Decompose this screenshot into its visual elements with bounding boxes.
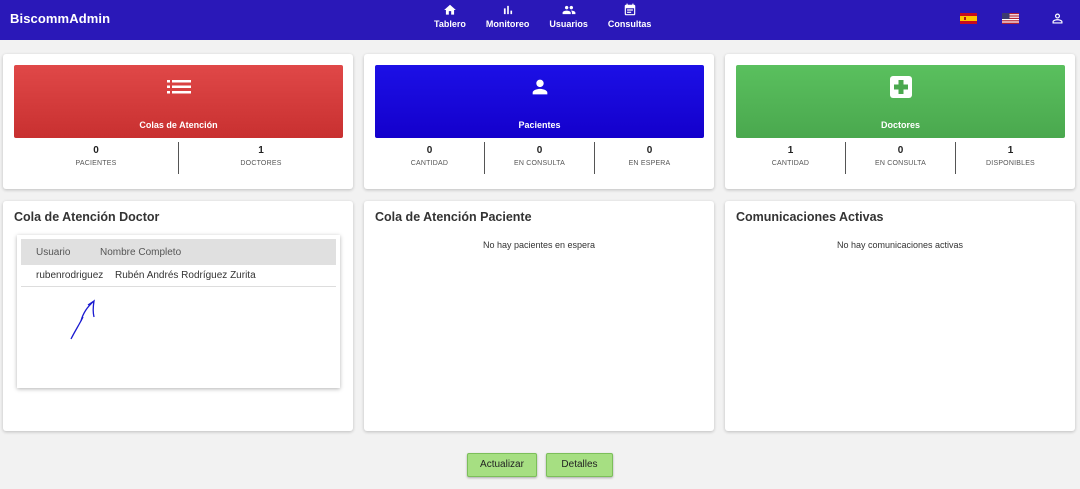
pacientes-summary-card: Pacientes 0 CANTIDAD 0 EN CONSULTA 0 EN … [364,54,714,189]
nav-monitoreo[interactable]: Monitoreo [476,0,540,40]
list-icon [166,80,191,94]
nav-label-consultas: Consultas [607,19,652,29]
stat-en-espera: 0 EN ESPERA [594,142,704,174]
top-app-bar: BiscommAdmin Tablero Monitoreo Usuarios … [0,0,1080,40]
nav-label-monitoreo: Monitoreo [485,19,530,29]
stat-value: 1 [787,145,794,156]
stat-label: DOCTORES [240,160,282,167]
doctores-stats: 1 CANTIDAD 0 EN CONSULTA 1 DISPONIBLES [736,142,1065,174]
stat-label: EN CONSULTA [514,160,565,167]
pacientes-stats: 0 CANTIDAD 0 EN CONSULTA 0 EN ESPERA [375,142,704,174]
stat-value: 0 [536,145,543,156]
nav-label-usuarios: Usuarios [549,19,588,29]
stat-value: 1 [258,145,264,156]
stat-value: 0 [93,145,99,156]
pacientes-header[interactable]: Pacientes [375,65,704,138]
nav-usuarios[interactable]: Usuarios [539,0,598,40]
stat-doctores: 1 DOCTORES [178,142,343,174]
stat-label: PACIENTES [75,160,117,167]
home-icon [444,4,456,15]
doctor-queue-panel: Cola de Atención Doctor Usuario Nombre C… [3,201,353,431]
stat-label: CANTIDAD [771,160,810,167]
doctores-summary-card: Doctores 1 CANTIDAD 0 EN CONSULTA 1 DISP… [725,54,1075,189]
bar-chart-icon [503,5,512,15]
column-header-nombre[interactable]: Nombre Completo [100,247,181,258]
cell-usuario: rubenrodriguez [36,270,104,281]
column-header-usuario[interactable]: Usuario [21,247,100,258]
patient-queue-panel: Cola de Atención Paciente No hay pacient… [364,201,714,431]
panel-title: Cola de Atención Doctor [14,210,160,224]
stat-value: 1 [1007,145,1014,156]
doctor-queue-table: Usuario Nombre Completo rubenrodriguez R… [17,235,340,388]
pen-annotation-arrow [70,299,95,340]
empty-message: No hay pacientes en espera [482,240,596,250]
nav-label-tablero: Tablero [434,19,466,29]
stat-value: 0 [646,145,653,156]
stat-label: DISPONIBLES [986,160,1035,167]
stat-en-consulta: 0 EN CONSULTA [845,142,955,174]
colas-stats: 0 PACIENTES 1 DOCTORES [14,142,343,174]
refresh-button[interactable]: Actualizar [467,453,537,477]
stat-cantidad: 0 CANTIDAD [375,142,484,174]
us-flag-icon[interactable] [1002,13,1019,24]
stat-label: CANTIDAD [410,160,449,167]
user-icon[interactable] [1050,11,1065,26]
stat-pacientes: 0 PACIENTES [14,142,178,174]
app-title[interactable]: BiscommAdmin [10,11,110,26]
colas-title: Colas de Atención [139,120,218,130]
empty-message: No hay comunicaciones activas [836,240,964,250]
table-header: Usuario Nombre Completo [21,239,336,265]
details-button[interactable]: Detalles [546,453,613,477]
cell-nombre: Rubén Andrés Rodríguez Zurita [115,270,256,281]
stat-label: EN ESPERA [628,160,671,167]
communications-panel: Comunicaciones Activas No hay comunicaci… [725,201,1075,431]
table-row[interactable]: rubenrodriguez Rubén Andrés Rodríguez Zu… [21,265,336,287]
pacientes-title: Pacientes [518,120,561,130]
spain-flag-icon[interactable] [960,13,977,24]
nav-consultas[interactable]: Consultas [598,0,662,40]
stat-label: EN CONSULTA [875,160,926,167]
calendar-icon [624,3,635,16]
stat-value: 0 [426,145,433,156]
medical-cross-icon [889,76,912,98]
people-icon [562,5,576,15]
stat-en-consulta: 0 EN CONSULTA [484,142,594,174]
nav-tablero[interactable]: Tablero [424,0,476,40]
colas-summary-card: Colas de Atención 0 PACIENTES 1 DOCTORES [3,54,353,189]
doctores-title: Doctores [880,120,920,130]
stat-disponibles: 1 DISPONIBLES [955,142,1065,174]
panel-title: Cola de Atención Paciente [375,210,532,224]
colas-header[interactable]: Colas de Atención [14,65,343,138]
person-icon [532,79,547,95]
stat-cantidad: 1 CANTIDAD [736,142,845,174]
stat-value: 0 [897,145,904,156]
panel-title: Comunicaciones Activas [736,210,884,224]
doctores-header[interactable]: Doctores [736,65,1065,138]
main-nav: Tablero Monitoreo Usuarios Consultas [424,0,661,40]
